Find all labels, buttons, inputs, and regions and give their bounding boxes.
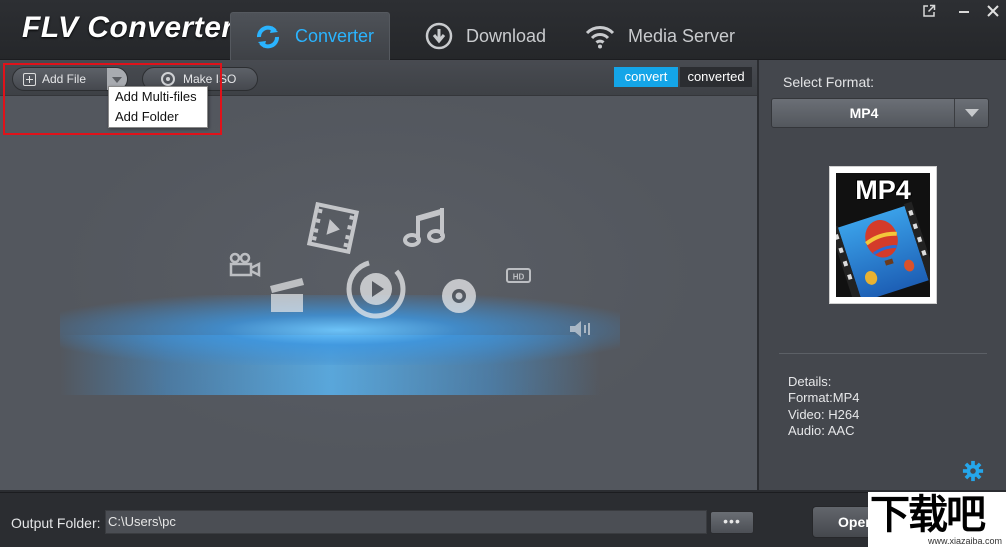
minimize-button[interactable]: [955, 4, 973, 20]
drop-area[interactable]: HD: [0, 97, 757, 490]
tab-download-label: Download: [466, 25, 547, 46]
speaker-icon: [570, 321, 590, 337]
title-bar: FLV Converter Converter Download Media S…: [0, 0, 1006, 60]
tab-converter[interactable]: Converter: [230, 12, 390, 60]
details-title: Details:: [788, 374, 832, 389]
popout-button[interactable]: [920, 4, 938, 20]
play-circle-icon: [346, 259, 406, 319]
watermark-text: 下载吧: [870, 492, 986, 538]
format-select-value: MP4: [849, 105, 879, 121]
format-panel: Select Format: MP4 MP4 Details: Format:M…: [759, 60, 1006, 490]
format-thumbnail: MP4: [829, 166, 937, 304]
minimize-icon: [959, 11, 969, 13]
app-title: FLV Converter: [22, 11, 234, 44]
select-format-label: Select Format:: [783, 74, 875, 90]
video-camera-icon: [229, 252, 261, 278]
glow-ellipse: [60, 295, 620, 365]
hd-icon: HD: [506, 268, 531, 283]
clapboard-icon: [270, 278, 304, 312]
convert-tab[interactable]: convert: [614, 67, 678, 87]
tab-converter-label: Converter: [295, 26, 375, 46]
close-button[interactable]: [984, 4, 1002, 20]
output-folder-input[interactable]: C:\Users\pc: [105, 510, 707, 534]
tab-download[interactable]: Download: [424, 12, 546, 60]
highlight-box: [3, 63, 222, 135]
divider: [779, 353, 987, 354]
converted-tab[interactable]: converted: [680, 67, 752, 87]
browse-button[interactable]: •••: [710, 511, 754, 534]
watermark-logo: 下载吧 www.xiazaiba.com: [868, 492, 1006, 547]
chevron-down-icon[interactable]: [954, 99, 988, 127]
refresh-icon: [257, 25, 279, 48]
svg-text:HD: HD: [513, 273, 525, 282]
watermark-url: www.xiazaiba.com: [927, 536, 1002, 546]
bottom-bar: Output Folder: C:\Users\pc ••• Open: [0, 492, 1006, 547]
gear-icon[interactable]: [962, 460, 984, 482]
popout-icon: [923, 4, 936, 17]
music-note-icon: [403, 208, 445, 247]
film-icon: [306, 202, 360, 254]
details-audio: Audio: AAC: [788, 422, 855, 438]
close-icon: [987, 5, 999, 17]
tab-media-server-label: Media Server: [628, 25, 736, 46]
webcam-icon: [442, 279, 476, 313]
format-select[interactable]: MP4: [771, 98, 989, 128]
download-icon: [425, 22, 453, 50]
output-folder-label: Output Folder:: [11, 515, 101, 531]
tab-media-server[interactable]: Media Server: [584, 12, 735, 60]
thumbnail-format-text: MP4: [855, 175, 911, 205]
details-format: Format:MP4: [788, 390, 860, 406]
format-details: Details: Format:MP4 Video: H264 Audio: A…: [788, 374, 860, 439]
wifi-icon: [585, 26, 615, 49]
details-video: Video: H264: [788, 406, 860, 422]
